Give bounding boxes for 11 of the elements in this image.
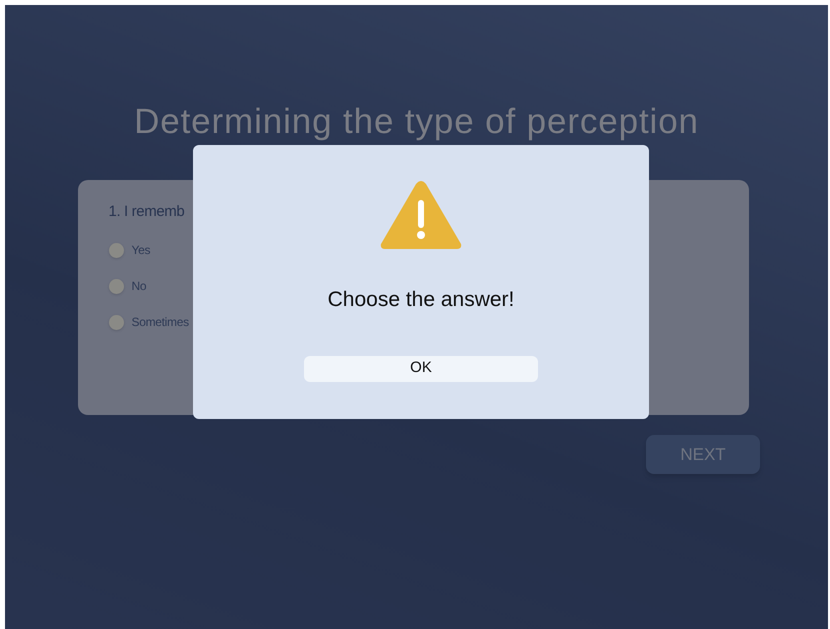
- dialog-message: Choose the answer!: [328, 287, 514, 313]
- option-label: Yes: [132, 242, 150, 259]
- radio-button[interactable]: [108, 278, 124, 294]
- radio-button[interactable]: [108, 314, 124, 330]
- page-title: Determining the type of perception: [134, 101, 699, 143]
- ok-button[interactable]: OK: [304, 356, 538, 382]
- option-label: No: [132, 278, 146, 295]
- question-text: 1. I rememb: [108, 202, 186, 222]
- radio-button[interactable]: [108, 242, 124, 258]
- option-label: Sometimes: [132, 314, 189, 331]
- warning-icon: [380, 180, 462, 250]
